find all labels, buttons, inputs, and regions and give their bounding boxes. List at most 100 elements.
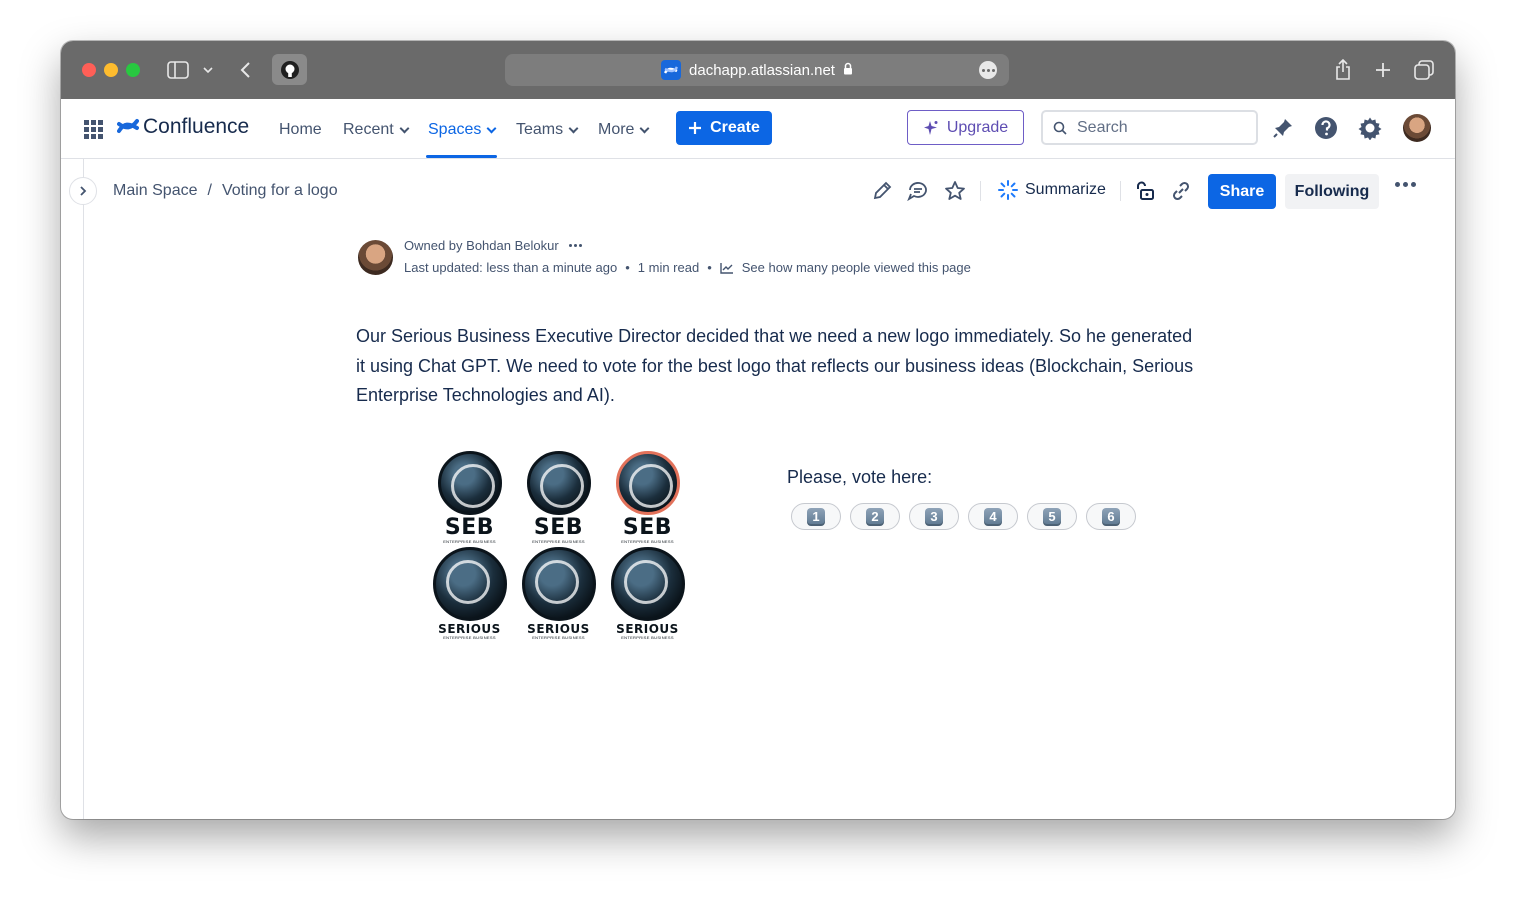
page-paragraph: Our Serious Business Executive Director …: [356, 326, 1194, 405]
following-button[interactable]: Following: [1285, 174, 1379, 209]
app-switcher-icon[interactable]: [84, 120, 103, 139]
logo-wordmark: SEB: [444, 515, 495, 540]
analytics-chart-icon: [720, 262, 733, 274]
page-menu-icon[interactable]: [979, 61, 997, 79]
minimize-window-button[interactable]: [104, 63, 118, 77]
nav-spaces[interactable]: Spaces: [428, 119, 497, 141]
chevron-down-icon: [640, 123, 650, 133]
nav-home[interactable]: Home: [279, 119, 322, 141]
upgrade-button[interactable]: Upgrade: [907, 110, 1024, 145]
comment-icon[interactable]: [906, 179, 930, 203]
chevron-down-icon[interactable]: [201, 55, 215, 85]
nav-recent-label: Recent: [343, 121, 394, 138]
vote-options: 1 2 3 4 5 6: [791, 503, 1136, 530]
logo-wordmark: SERIOUS: [438, 622, 501, 636]
vote-button-6[interactable]: 6: [1086, 503, 1136, 530]
e-emblem-icon: [432, 547, 507, 621]
back-icon[interactable]: [235, 55, 255, 85]
share-icon[interactable]: [1332, 55, 1354, 85]
owner-text[interactable]: Owned by Bohdan Belokur: [404, 238, 559, 253]
keycap-4-icon: 4: [984, 507, 1002, 526]
nav-recent[interactable]: Recent: [343, 119, 410, 141]
confluence-logo-icon: [117, 119, 139, 133]
create-button[interactable]: Create: [676, 111, 772, 145]
tab-overview-icon[interactable]: [1412, 55, 1436, 85]
vote-button-5[interactable]: 5: [1027, 503, 1077, 530]
keycap-1-icon: 1: [807, 507, 825, 526]
nav-teams[interactable]: Teams: [516, 119, 579, 141]
keycap-3-icon: 3: [925, 507, 943, 526]
keycap-6-icon: 6: [1102, 507, 1120, 526]
vote-heading: Please, vote here:: [787, 467, 933, 487]
nav-more[interactable]: More: [598, 119, 650, 141]
logo-option-3: SEB ENTERPRISE BUSINESS: [603, 449, 692, 547]
breadcrumb-page-link[interactable]: Voting for a logo: [222, 182, 338, 200]
share-button[interactable]: Share: [1208, 174, 1276, 209]
summarize-button[interactable]: Summarize: [997, 179, 1106, 201]
help-icon[interactable]: [1313, 115, 1339, 141]
new-tab-icon[interactable]: [1372, 55, 1394, 85]
logo-tagline: ENTERPRISE BUSINESS: [443, 635, 496, 640]
browser-toolbar: dachapp.atlassian.net: [61, 41, 1455, 99]
byline-more-icon[interactable]: [568, 244, 582, 247]
keycap-5-icon: 5: [1043, 507, 1061, 526]
logo-option-5: SERIOUS ENTERPRISE BUSINESS: [514, 547, 603, 645]
toolbar-divider: [1120, 181, 1121, 201]
logo-option-1: SEB ENTERPRISE BUSINESS: [425, 449, 514, 547]
settings-gear-icon[interactable]: [1357, 115, 1383, 141]
last-updated-text[interactable]: Last updated: less than a minute ago: [404, 260, 617, 275]
sidebar-toggle-icon[interactable]: [166, 55, 190, 85]
plus-icon: [689, 122, 702, 134]
sparkle-icon: [923, 120, 938, 135]
vote-button-1[interactable]: 1: [791, 503, 841, 530]
nav-teams-label: Teams: [516, 121, 564, 138]
city-emblem-icon: [521, 547, 596, 621]
more-actions-icon[interactable]: [1395, 182, 1416, 187]
star-icon[interactable]: [943, 179, 967, 203]
byline-separator: •: [707, 260, 712, 275]
expand-sidebar-button[interactable]: [69, 177, 97, 205]
upgrade-button-label: Upgrade: [946, 118, 1009, 136]
address-bar[interactable]: dachapp.atlassian.net: [505, 54, 1009, 86]
edit-pencil-icon[interactable]: [870, 179, 894, 203]
read-time-text: 1 min read: [637, 260, 700, 275]
close-window-button[interactable]: [82, 63, 96, 77]
confluence-logo[interactable]: Confluence: [117, 115, 249, 139]
vote-button-2[interactable]: 2: [850, 503, 900, 530]
chevron-down-icon: [486, 123, 497, 133]
page-views-link[interactable]: See how many people viewed this page: [742, 260, 971, 275]
create-button-label: Create: [710, 119, 760, 136]
product-name: Confluence: [143, 115, 250, 138]
logo-wordmark: SERIOUS: [527, 622, 590, 636]
search-input[interactable]: Search: [1041, 110, 1258, 145]
logo-wordmark: SEB: [622, 515, 673, 540]
breadcrumb-space-link[interactable]: Main Space: [113, 182, 198, 200]
logo-tagline: ENTERPRISE BUSINESS: [532, 635, 585, 640]
active-tab-indicator: [426, 155, 497, 158]
vote-button-4[interactable]: 4: [968, 503, 1018, 530]
chevron-down-icon: [399, 123, 410, 133]
chevron-right-icon: [80, 186, 87, 196]
keycap-2-icon: 2: [866, 507, 884, 526]
user-avatar[interactable]: [1403, 114, 1431, 142]
copy-link-icon[interactable]: [1169, 179, 1193, 203]
owner-avatar[interactable]: [358, 240, 393, 275]
restrictions-unlock-icon[interactable]: [1133, 179, 1157, 203]
github-extension-icon[interactable]: [272, 54, 307, 85]
byline-owner: Owned by Bohdan Belokur: [404, 238, 582, 253]
logo-wordmark: SERIOUS: [616, 622, 679, 636]
nav-home-label: Home: [279, 121, 322, 138]
logo-option-4: SERIOUS ENTERPRISE BUSINESS: [425, 547, 514, 645]
logo-wordmark: SEB: [533, 515, 584, 540]
sidebar-divider: [83, 159, 84, 819]
logo-tagline: ENTERPRISE BUSINESS: [532, 539, 585, 544]
vote-button-3[interactable]: 3: [909, 503, 959, 530]
logo-tagline: ENTERPRISE BUSINESS: [621, 635, 674, 640]
zoom-window-button[interactable]: [126, 63, 140, 77]
toolbar-divider: [980, 181, 981, 201]
s-emblem-icon: [526, 451, 591, 515]
browser-window: dachapp.atlassian.net Confluence Home Re…: [61, 41, 1455, 819]
confluence-top-nav: Confluence Home Recent Spaces Teams More…: [61, 99, 1455, 159]
byline-separator: •: [625, 260, 630, 275]
notifications-icon[interactable]: [1270, 115, 1296, 141]
